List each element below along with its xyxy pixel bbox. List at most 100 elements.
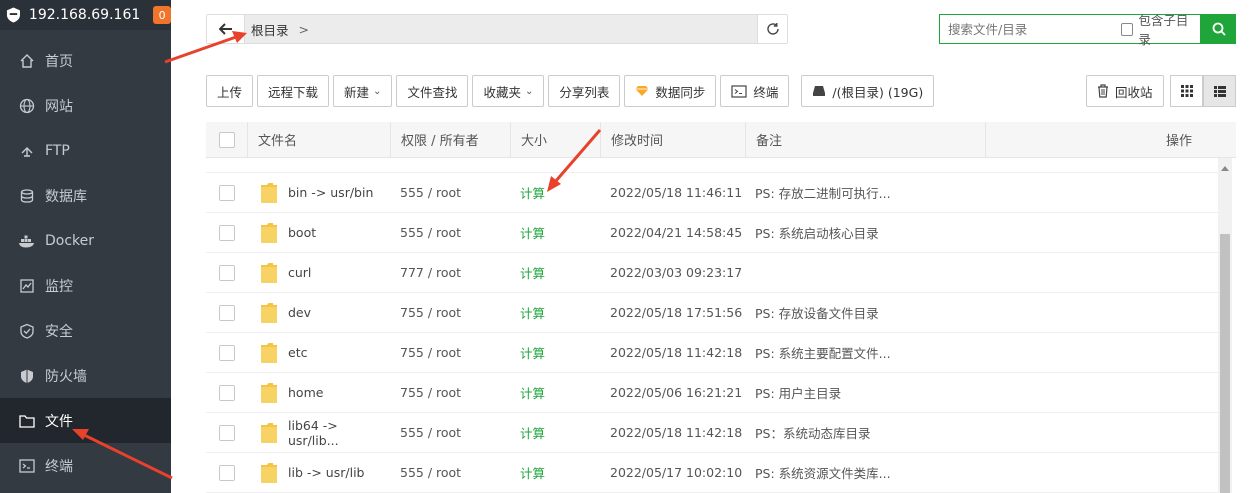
file-name[interactable]: boot <box>288 225 316 240</box>
file-name-cell[interactable]: lib64 -> usr/lib... <box>248 418 391 448</box>
refresh-button[interactable] <box>757 15 787 43</box>
table-row[interactable]: lib -> usr/lib 555 / root 计算 2022/05/17 10:… <box>206 453 1218 493</box>
size-calc-link[interactable]: 计算 <box>511 303 601 322</box>
note-cell[interactable]: PS: 存放二进制可执行... <box>746 183 986 202</box>
table-row[interactable]: dev 755 / root 计算 2022/05/18 17:51:56 PS: 存放… <box>206 293 1218 333</box>
file-name[interactable]: curl <box>288 265 311 280</box>
header-permission[interactable]: 权限 / 所有者 <box>391 121 511 158</box>
include-subdir-checkbox[interactable] <box>1120 22 1134 36</box>
table-row[interactable]: etc 755 / root 计算 2022/05/18 11:42:18 PS: 系统… <box>206 333 1218 373</box>
file-name-cell[interactable]: dev <box>248 302 391 324</box>
permission-cell[interactable]: 555 / root <box>391 225 511 240</box>
file-name-cell[interactable]: curl <box>248 262 391 284</box>
size-calc-link[interactable]: 计算 <box>511 343 601 362</box>
scroll-up-icon[interactable] <box>1221 166 1229 171</box>
row-checkbox[interactable] <box>219 424 235 441</box>
terminal-button[interactable]: 终端 <box>720 75 790 107</box>
header-modified[interactable]: 修改时间 <box>601 121 746 158</box>
note-cell[interactable]: PS：系统动态库目录 <box>746 423 986 442</box>
sidebar-item-docker[interactable]: Docker <box>0 218 171 263</box>
row-checkbox[interactable] <box>219 384 235 401</box>
note-cell[interactable]: PS: 系统主要配置文件... <box>746 343 986 362</box>
back-button[interactable] <box>207 15 245 43</box>
grid-view-button[interactable] <box>1170 75 1203 107</box>
favorites-dropdown[interactable]: 收藏夹 ⌄ <box>472 75 545 107</box>
row-checkbox[interactable] <box>219 264 235 281</box>
select-all-checkbox[interactable] <box>218 131 235 148</box>
table-row[interactable]: curl 777 / root 计算 2022/03/03 09:23:17 <box>206 253 1218 293</box>
new-dropdown[interactable]: 新建 ⌄ <box>333 75 393 107</box>
note-cell[interactable]: PS: 系统资源文件类库... <box>746 463 986 482</box>
file-name[interactable]: lib -> usr/lib <box>288 465 364 480</box>
permission-cell[interactable]: 777 / root <box>391 265 511 280</box>
size-calc-link[interactable]: 计算 <box>511 183 601 202</box>
file-name-cell[interactable]: home <box>248 382 391 404</box>
file-name[interactable]: bin -> usr/bin <box>288 185 373 200</box>
disk-icon <box>812 85 826 97</box>
header-filename[interactable]: 文件名 <box>248 121 391 158</box>
note-cell[interactable]: PS: 用户主目录 <box>746 383 986 402</box>
permission-cell[interactable]: 755 / root <box>391 345 511 360</box>
size-calc-link[interactable]: 计算 <box>511 383 601 402</box>
recycle-bin-button[interactable]: 回收站 <box>1086 75 1164 107</box>
row-checkbox[interactable] <box>219 304 235 321</box>
file-name-cell[interactable]: etc <box>248 342 391 364</box>
header-size[interactable]: 大小 <box>511 121 601 158</box>
row-checkbox[interactable] <box>219 224 235 241</box>
permission-cell[interactable]: 755 / root <box>391 385 511 400</box>
sidebar-item-website[interactable]: 网站 <box>0 83 171 128</box>
size-calc-link[interactable]: 计算 <box>511 223 601 242</box>
note-cell[interactable]: PS: 存放设备文件目录 <box>746 303 986 322</box>
size-calc-link[interactable]: 计算 <box>511 463 601 482</box>
sidebar-item-security[interactable]: 安全 <box>0 308 171 353</box>
breadcrumb-root[interactable]: 根目录 <box>251 20 289 39</box>
search-button[interactable] <box>1201 14 1236 44</box>
disk-button[interactable]: /(根目录) (19G) <box>801 75 935 107</box>
sidebar-item-home[interactable]: 首页 <box>0 38 171 83</box>
file-search-button[interactable]: 文件查找 <box>396 75 469 107</box>
scroll-thumb[interactable] <box>1220 234 1230 493</box>
sidebar-item-label: 监控 <box>45 278 73 295</box>
ftp-icon <box>18 142 36 160</box>
diamond-icon <box>635 85 649 97</box>
sidebar-item-monitor[interactable]: 监控 <box>0 263 171 308</box>
table-row[interactable] <box>206 158 1218 173</box>
table-row[interactable]: boot 555 / root 计算 2022/04/21 14:58:45 PS: 系… <box>206 213 1218 253</box>
breadcrumb[interactable]: 根目录 > <box>245 15 757 43</box>
permission-cell[interactable]: 555 / root <box>391 425 511 440</box>
size-calc-link[interactable]: 计算 <box>511 423 601 442</box>
size-calc-link[interactable]: 计算 <box>511 263 601 282</box>
remote-download-button[interactable]: 远程下载 <box>257 75 330 107</box>
row-checkbox[interactable] <box>219 184 235 201</box>
file-name-cell[interactable]: boot <box>248 222 391 244</box>
file-name-cell[interactable]: bin -> usr/bin <box>248 182 391 204</box>
vertical-scrollbar[interactable] <box>1218 158 1232 493</box>
table-row[interactable]: home 755 / root 计算 2022/05/06 16:21:21 PS: 用… <box>206 373 1218 413</box>
upload-button[interactable]: 上传 <box>206 75 254 107</box>
file-name-cell[interactable]: lib -> usr/lib <box>248 462 391 484</box>
row-checkbox[interactable] <box>219 464 235 481</box>
permission-cell[interactable]: 555 / root <box>391 185 511 200</box>
list-view-button[interactable] <box>1203 75 1236 107</box>
permission-cell[interactable]: 555 / root <box>391 465 511 480</box>
include-subdir-label[interactable]: 包含子目录 <box>1138 10 1200 48</box>
table-row[interactable]: lib64 -> usr/lib... 555 / root 计算 2022/05/1… <box>206 413 1218 453</box>
file-name[interactable]: etc <box>288 345 307 360</box>
sidebar-item-files[interactable]: 文件 <box>0 398 171 443</box>
table-row[interactable]: bin -> usr/bin 555 / root 计算 2022/05/18 11:… <box>206 173 1218 213</box>
notification-badge[interactable]: 0 <box>153 6 171 24</box>
row-checkbox[interactable] <box>219 344 235 361</box>
sidebar-item-database[interactable]: 数据库 <box>0 173 171 218</box>
share-list-button[interactable]: 分享列表 <box>548 75 621 107</box>
header-actions: 操作 <box>1165 134 1192 149</box>
sidebar-item-ftp[interactable]: FTP <box>0 128 171 173</box>
sidebar-item-terminal[interactable]: 终端 <box>0 443 171 488</box>
permission-cell[interactable]: 755 / root <box>391 305 511 320</box>
file-name[interactable]: lib64 -> usr/lib... <box>288 418 391 448</box>
sidebar-item-firewall[interactable]: 防火墙 <box>0 353 171 398</box>
file-name[interactable]: home <box>288 385 323 400</box>
file-name[interactable]: dev <box>288 305 311 320</box>
note-cell[interactable]: PS: 系统启动核心目录 <box>746 223 986 242</box>
data-sync-button[interactable]: 数据同步 <box>624 75 717 107</box>
search-input[interactable] <box>948 16 1116 42</box>
